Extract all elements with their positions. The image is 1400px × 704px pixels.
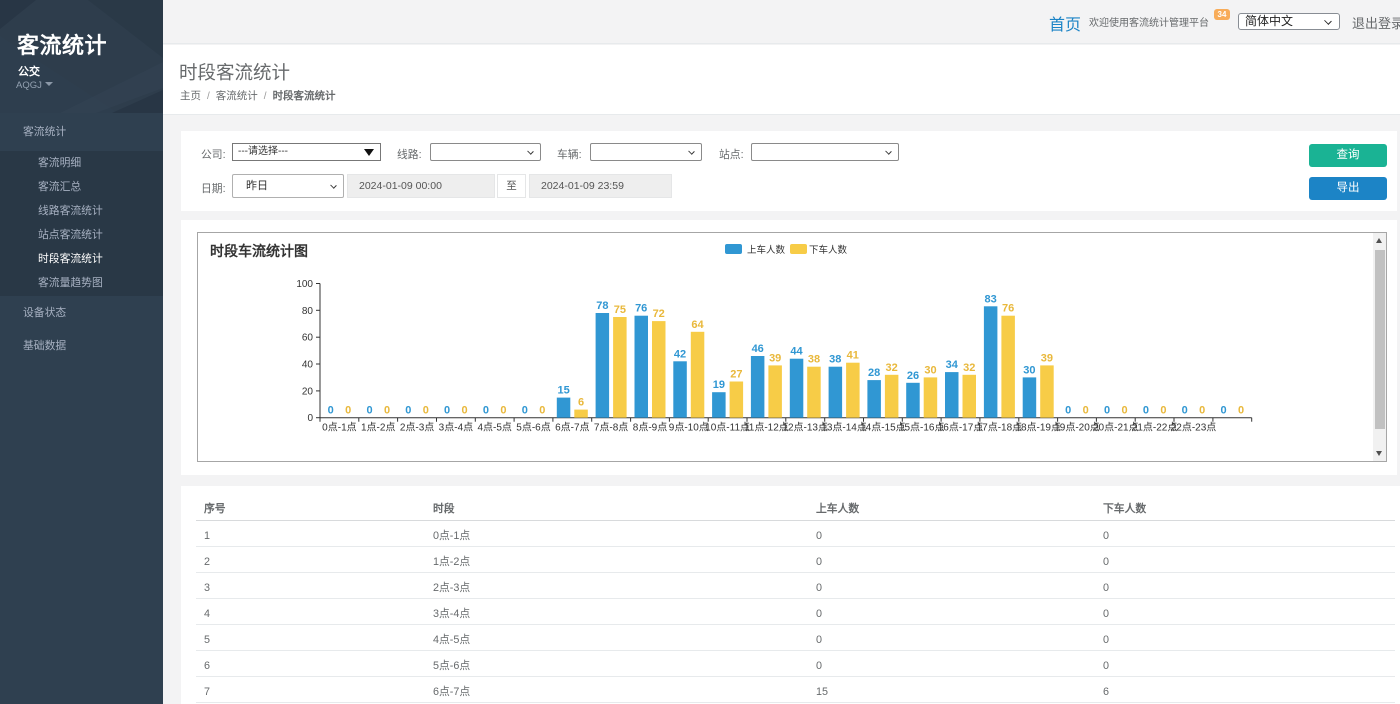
- svg-text:6: 6: [578, 397, 584, 409]
- svg-text:64: 64: [691, 319, 704, 331]
- svg-text:76: 76: [1002, 303, 1014, 315]
- svg-text:上车人数: 上车人数: [747, 244, 786, 256]
- svg-text:60: 60: [302, 333, 314, 344]
- svg-text:100: 100: [296, 279, 313, 290]
- svg-text:20: 20: [302, 386, 314, 397]
- svg-text:0: 0: [539, 405, 545, 417]
- svg-text:34: 34: [946, 359, 959, 371]
- svg-text:时段车流统计图: 时段车流统计图: [210, 243, 308, 259]
- svg-text:0: 0: [500, 405, 506, 417]
- svg-text:30: 30: [1023, 364, 1035, 376]
- svg-text:26: 26: [907, 370, 919, 382]
- svg-text:32: 32: [885, 362, 897, 374]
- svg-text:0: 0: [366, 405, 372, 417]
- svg-text:19: 19: [713, 379, 725, 391]
- svg-text:0: 0: [522, 405, 528, 417]
- svg-text:0: 0: [1220, 405, 1226, 417]
- svg-text:0: 0: [462, 405, 468, 417]
- svg-text:30: 30: [924, 364, 936, 376]
- svg-text:39: 39: [1041, 352, 1053, 364]
- svg-text:0: 0: [1238, 405, 1244, 417]
- svg-text:0: 0: [384, 405, 390, 417]
- svg-text:39: 39: [769, 352, 781, 364]
- svg-text:80: 80: [302, 306, 314, 317]
- svg-text:8点-9点: 8点-9点: [633, 422, 667, 434]
- svg-text:0: 0: [444, 405, 450, 417]
- svg-text:0: 0: [328, 405, 334, 417]
- svg-text:0: 0: [1182, 405, 1188, 417]
- svg-text:0: 0: [1199, 405, 1205, 417]
- svg-text:28: 28: [868, 367, 880, 379]
- svg-text:3点-4点: 3点-4点: [439, 422, 473, 434]
- svg-text:42: 42: [674, 348, 686, 360]
- svg-text:0: 0: [345, 405, 351, 417]
- svg-text:0: 0: [1122, 405, 1128, 417]
- svg-text:22点-23点: 22点-23点: [1171, 422, 1217, 434]
- svg-text:83: 83: [984, 293, 996, 305]
- svg-text:6点-7点: 6点-7点: [555, 422, 589, 434]
- svg-text:5点-6点: 5点-6点: [516, 422, 550, 434]
- svg-text:76: 76: [635, 303, 647, 315]
- svg-text:27: 27: [730, 369, 742, 381]
- svg-text:38: 38: [808, 354, 820, 366]
- svg-text:41: 41: [847, 350, 859, 362]
- svg-text:0: 0: [1104, 405, 1110, 417]
- svg-text:0点-1点: 0点-1点: [322, 422, 356, 434]
- svg-text:0: 0: [1160, 405, 1166, 417]
- svg-text:1点-2点: 1点-2点: [361, 422, 395, 434]
- svg-text:4点-5点: 4点-5点: [477, 422, 511, 434]
- svg-text:9点-10点: 9点-10点: [669, 422, 709, 434]
- svg-text:0: 0: [483, 405, 489, 417]
- svg-text:7点-8点: 7点-8点: [594, 422, 628, 434]
- svg-text:2点-3点: 2点-3点: [400, 422, 434, 434]
- svg-text:下车人数: 下车人数: [809, 244, 848, 256]
- svg-text:78: 78: [596, 300, 608, 312]
- svg-text:46: 46: [752, 343, 764, 355]
- svg-text:0: 0: [1065, 405, 1071, 417]
- svg-text:0: 0: [1083, 405, 1089, 417]
- svg-text:40: 40: [302, 360, 314, 371]
- svg-text:0: 0: [423, 405, 429, 417]
- svg-text:0: 0: [1143, 405, 1149, 417]
- svg-text:38: 38: [829, 354, 841, 366]
- svg-text:72: 72: [653, 308, 665, 320]
- svg-text:0: 0: [405, 405, 411, 417]
- svg-text:15: 15: [557, 385, 569, 397]
- svg-text:44: 44: [790, 346, 803, 358]
- svg-text:75: 75: [614, 304, 626, 316]
- svg-text:32: 32: [963, 362, 975, 374]
- svg-text:0: 0: [307, 413, 313, 424]
